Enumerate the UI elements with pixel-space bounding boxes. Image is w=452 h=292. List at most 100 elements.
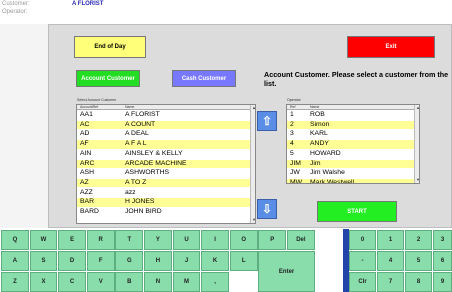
list-item[interactable]: AZ A TO Z (77, 178, 250, 188)
key[interactable]: E (58, 230, 86, 250)
customer-label: Customer: (2, 1, 30, 7)
cash-customer-button[interactable]: Cash Customer (172, 70, 236, 87)
key[interactable]: 3 (433, 230, 452, 250)
scroll-up-small-icon[interactable]: ▲ (415, 105, 419, 111)
exit-button[interactable]: Exit (347, 36, 435, 58)
end-of-day-button[interactable]: End of Day (74, 36, 146, 58)
key[interactable]: L (229, 251, 258, 271)
key[interactable]: 1 (377, 230, 404, 250)
key[interactable]: U (172, 230, 201, 250)
key[interactable]: C (58, 272, 86, 292)
list-item[interactable]: MW Mark Westwell (287, 178, 414, 184)
key[interactable]: 9 (433, 272, 452, 292)
key[interactable]: - (349, 251, 376, 271)
key[interactable]: T (115, 230, 144, 250)
item-ref: ASH (80, 169, 94, 177)
list-item[interactable]: BARD JOHN BIRD (77, 208, 250, 217)
key[interactable]: A (1, 251, 29, 271)
key[interactable]: D (58, 251, 86, 271)
list-item[interactable]: AD A DEAL (77, 130, 250, 139)
item-ref: AC (80, 120, 90, 128)
list-item[interactable]: AIN AINSLEY & KELLY (77, 150, 250, 159)
key[interactable]: P (258, 230, 287, 250)
item-name: ASHWORTHS (125, 169, 170, 177)
item-ref: 2 (290, 120, 294, 128)
item-name: Mark Westwell (310, 178, 355, 184)
key[interactable]: Del (287, 230, 315, 250)
key[interactable]: 5 (405, 251, 432, 271)
item-ref: ARC (80, 159, 95, 167)
enter-key[interactable]: Enter (258, 251, 315, 292)
account-list-scrollbar[interactable]: ▲ ▼ (250, 105, 255, 223)
key[interactable]: 2 (405, 230, 432, 250)
operator-label: Operator: (2, 9, 28, 15)
key[interactable]: H (144, 251, 172, 271)
scroll-down-small-icon[interactable]: ▼ (251, 217, 255, 223)
item-name: Simon (310, 120, 330, 128)
onscreen-keyboard: Q W E R T Y U I O P Del 0 1 2 3 A S D F G H J K L -4 5 6 Z X C V B N M, Cl… (0, 229, 452, 292)
list-item[interactable]: BAR H JONES (77, 198, 250, 207)
key[interactable]: S (29, 251, 58, 271)
operator-list[interactable]: Ref Name 1 ROB 2 Simon 3 KARL 4 ANDY 5 HOWARD JIM J… (286, 104, 420, 184)
account-customer-button[interactable]: Account Customer (76, 70, 140, 87)
item-ref: 1 (290, 111, 294, 118)
list-item[interactable]: JIM Jim (287, 159, 414, 168)
key[interactable]: 8 (405, 272, 432, 292)
list-item[interactable]: 5 HOWARD (287, 150, 414, 159)
item-name: A FLORIST (125, 111, 160, 118)
list-item[interactable]: AF A F A L (77, 140, 250, 149)
key[interactable]: , (201, 272, 229, 292)
key[interactable]: Y (144, 230, 172, 250)
list-item[interactable]: AZZ azz (77, 189, 250, 198)
item-name: KARL (310, 130, 328, 138)
scroll-up-small-icon[interactable]: ▲ (251, 105, 255, 111)
item-name: HOWARD (310, 149, 341, 157)
start-button[interactable]: START (317, 201, 397, 222)
key[interactable]: J (172, 251, 201, 271)
list-item[interactable]: 1 ROB (287, 111, 414, 120)
key[interactable]: Z (1, 272, 29, 292)
key[interactable]: K (201, 251, 229, 271)
list-item[interactable]: AC A COUNT (77, 120, 250, 130)
list-item[interactable]: ASH ASHWORTHS (77, 169, 250, 178)
col-account-ref: AccountRef (80, 105, 99, 109)
list-item[interactable]: 4 ANDY (287, 140, 414, 149)
key[interactable]: N (144, 272, 172, 292)
operator-list-scrollbar[interactable]: ▲ ▼ (414, 105, 419, 183)
key[interactable]: R (86, 230, 115, 250)
key[interactable]: F (86, 251, 115, 271)
instruction-text: Account Customer. Please select a custom… (264, 70, 449, 88)
key[interactable]: I (201, 230, 229, 250)
key[interactable]: 6 (433, 251, 452, 271)
item-ref: AIN (80, 149, 92, 157)
key[interactable]: W (29, 230, 58, 250)
list-item[interactable]: AA1 A FLORIST (77, 111, 250, 120)
key[interactable]: Clr (349, 272, 376, 292)
list-item[interactable]: 3 KARL (287, 130, 414, 139)
item-name: H JONES (125, 198, 155, 206)
key[interactable]: B (115, 272, 144, 292)
item-name: A TO Z (125, 178, 147, 186)
item-name: ROB (310, 111, 325, 118)
key[interactable]: M (172, 272, 201, 292)
list-item[interactable]: ARC ARCADE MACHINE (77, 159, 250, 168)
account-customer-list[interactable]: AccountRef Name AA1 A FLORIST AC A COUNT AD A… (76, 104, 256, 224)
key[interactable]: V (86, 272, 115, 292)
item-name: JOHN BIRD (125, 208, 162, 215)
col-account-name: Name (125, 105, 135, 109)
list-item[interactable]: JW Jim Walshe (287, 169, 414, 178)
key[interactable]: X (29, 272, 58, 292)
scroll-down-small-icon[interactable]: ▼ (415, 177, 419, 183)
key[interactable]: Q (1, 230, 29, 250)
key[interactable]: G (115, 251, 144, 271)
list-item[interactable]: 2 Simon (287, 120, 414, 130)
down-arrow-icon[interactable]: ⇩ (257, 199, 277, 219)
operator-list-label: Operator (287, 98, 301, 102)
item-ref: 4 (290, 140, 294, 148)
key[interactable]: 0 (349, 230, 376, 250)
key[interactable]: 4 (377, 251, 404, 271)
key[interactable]: O (229, 230, 258, 250)
key[interactable]: 7 (377, 272, 404, 292)
up-arrow-icon[interactable]: ⇧ (257, 111, 277, 131)
item-ref: AF (80, 140, 89, 148)
